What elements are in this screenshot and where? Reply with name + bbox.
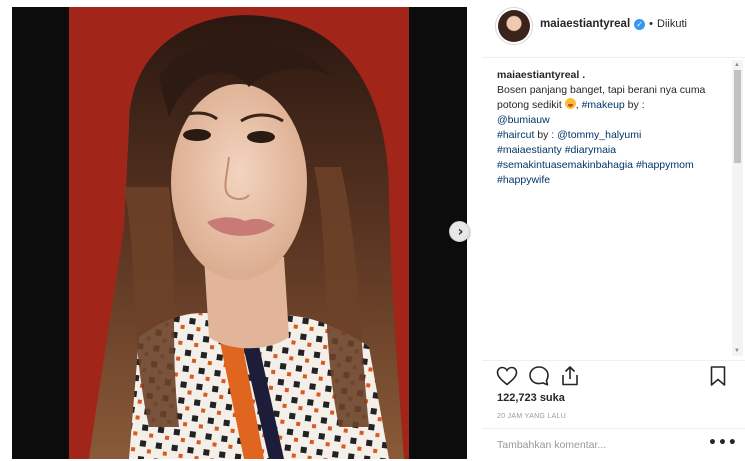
hashtag-diarymaia[interactable]: #diarymaia: [565, 144, 616, 156]
share-button[interactable]: [558, 364, 582, 388]
hashtag-semakintuasemakinbahagia[interactable]: #semakintuasemakinbahagia: [497, 159, 633, 171]
post-photo[interactable]: [69, 7, 409, 459]
caption-scrollbar[interactable]: ▲ ▼: [732, 60, 743, 356]
save-button[interactable]: [706, 364, 730, 388]
hashtag-happywife[interactable]: #happywife: [497, 174, 550, 186]
portrait-image: [69, 7, 409, 459]
comment-button[interactable]: [527, 364, 551, 388]
post-header: maiaestiantyreal ✓ • Diikuti: [482, 0, 745, 58]
like-count[interactable]: 122,723 suka: [497, 392, 565, 404]
comment-input[interactable]: [497, 437, 697, 453]
scroll-up-arrow-icon[interactable]: ▲: [734, 62, 740, 68]
post-caption: maiaestiantyreal . Bosen panjang banget,…: [497, 69, 706, 186]
verified-badge-icon: ✓: [634, 18, 646, 30]
post-media: [12, 7, 467, 459]
post-actions: 122,723 suka 20 JAM YANG LALU •••: [482, 360, 745, 458]
more-options-button[interactable]: •••: [708, 435, 738, 451]
avatar-image: [498, 10, 530, 42]
comment-row: •••: [482, 428, 745, 459]
heart-icon: [496, 366, 518, 386]
avatar[interactable]: [495, 7, 533, 45]
hashtag-haircut[interactable]: #haircut: [497, 129, 534, 141]
chevron-right-icon: ›: [457, 223, 464, 240]
header-text: maiaestiantyreal ✓ • Diikuti: [540, 18, 687, 30]
caption-by-makeup: by :: [624, 99, 645, 111]
post-side-panel: maiaestiantyreal ✓ • Diikuti maiaestiant…: [482, 0, 745, 461]
mention-hair-stylist[interactable]: @tommy_halyumi: [557, 129, 641, 141]
scrollbar-thumb[interactable]: [734, 70, 741, 163]
hashtag-happymom[interactable]: #happymom: [636, 159, 694, 171]
share-icon: [562, 366, 578, 386]
like-button[interactable]: [495, 364, 519, 388]
username-link[interactable]: maiaestiantyreal: [540, 18, 630, 30]
scroll-down-arrow-icon[interactable]: ▼: [734, 348, 740, 354]
mention-makeup-artist[interactable]: @bumiauw: [497, 114, 550, 126]
bookmark-icon: [710, 366, 726, 386]
post-timestamp[interactable]: 20 JAM YANG LALU: [497, 413, 566, 420]
hashtag-maiaestianty[interactable]: #maiaestianty: [497, 144, 562, 156]
face-with-tongue-emoji-icon: [564, 98, 576, 109]
caption-author[interactable]: maiaestiantyreal .: [497, 69, 585, 81]
separator-dot: •: [649, 18, 653, 30]
next-photo-button[interactable]: ›: [449, 221, 470, 242]
follow-status-button[interactable]: Diikuti: [657, 18, 687, 30]
comment-bubble-icon: [529, 366, 549, 386]
hashtag-makeup[interactable]: #makeup: [582, 99, 625, 111]
caption-by-haircut: by :: [534, 129, 558, 141]
